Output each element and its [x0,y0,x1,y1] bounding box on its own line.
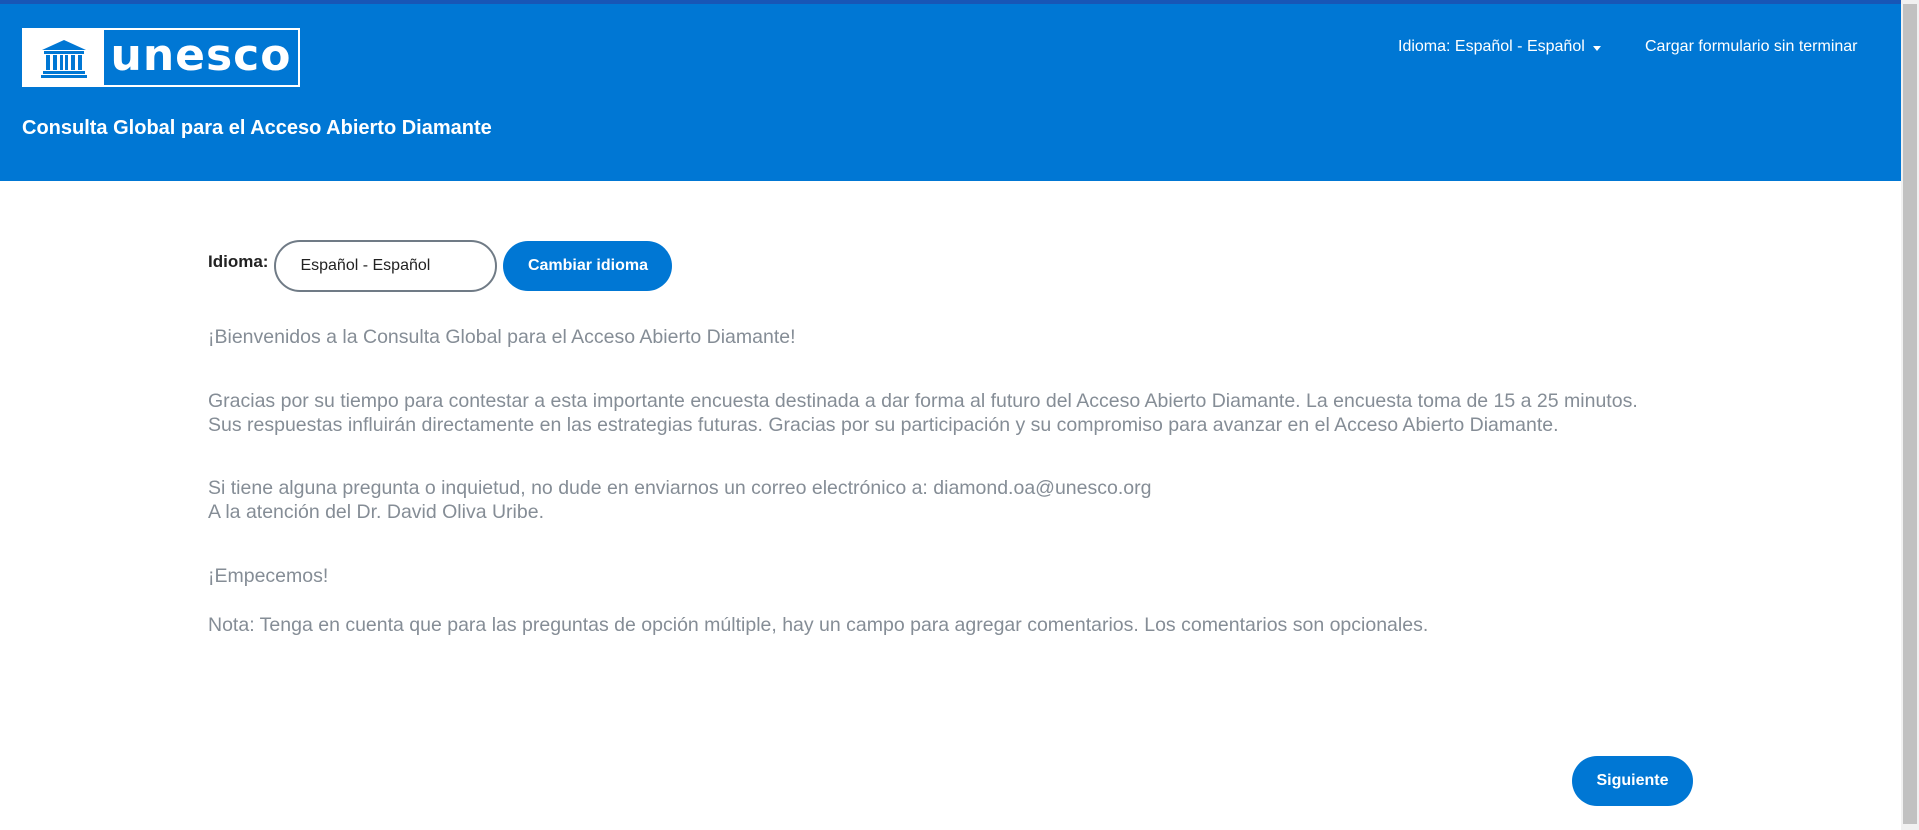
vertical-scrollbar[interactable] [1901,0,1919,830]
language-selector-row: Idioma: Español - Español Cambiar idioma [208,240,673,292]
unesco-logo[interactable]: unesco [22,28,300,87]
logo-wordmark: unesco [110,30,292,81]
next-button[interactable]: Siguiente [1572,756,1693,806]
site-header: unesco Consulta Global para el Acceso Ab… [0,4,1901,181]
scrollbar-thumb[interactable] [1903,4,1917,824]
language-label: Idioma: [208,252,269,271]
change-language-button[interactable]: Cambiar idioma [503,241,673,291]
contact-paragraph: Si tiene alguna pregunta o inquietud, no… [208,476,1668,525]
language-select[interactable]: Español - Español [274,240,498,292]
thanks-text-1: Gracias por su tiempo para contestar a e… [208,389,1638,412]
thanks-text-2: Sus respuestas influirán directamente en… [208,414,1559,436]
language-dropdown[interactable]: Idioma: Español - Español [1398,38,1601,56]
caret-down-icon [1592,45,1601,51]
intro-content: ¡Bienvenidos a la Consulta Global para e… [208,325,1668,638]
note-text: Nota: Tenga en cuenta que para las pregu… [208,614,1429,636]
contact-text-1: Si tiene alguna pregunta o inquietud, no… [208,476,1152,499]
start-text: ¡Empecemos! [208,564,329,587]
thanks-paragraph: Gracias por su tiempo para contestar a e… [208,389,1668,438]
language-dropdown-label: Idioma: Español - Español [1398,38,1585,55]
temple-icon [24,30,104,85]
contact-text-2: A la atención del Dr. David Oliva Uribe. [208,501,544,523]
load-unfinished-form-link[interactable]: Cargar formulario sin terminar [1645,38,1858,56]
welcome-text: ¡Bienvenidos a la Consulta Global para e… [208,326,796,348]
site-title: Consulta Global para el Acceso Abierto D… [22,117,492,139]
